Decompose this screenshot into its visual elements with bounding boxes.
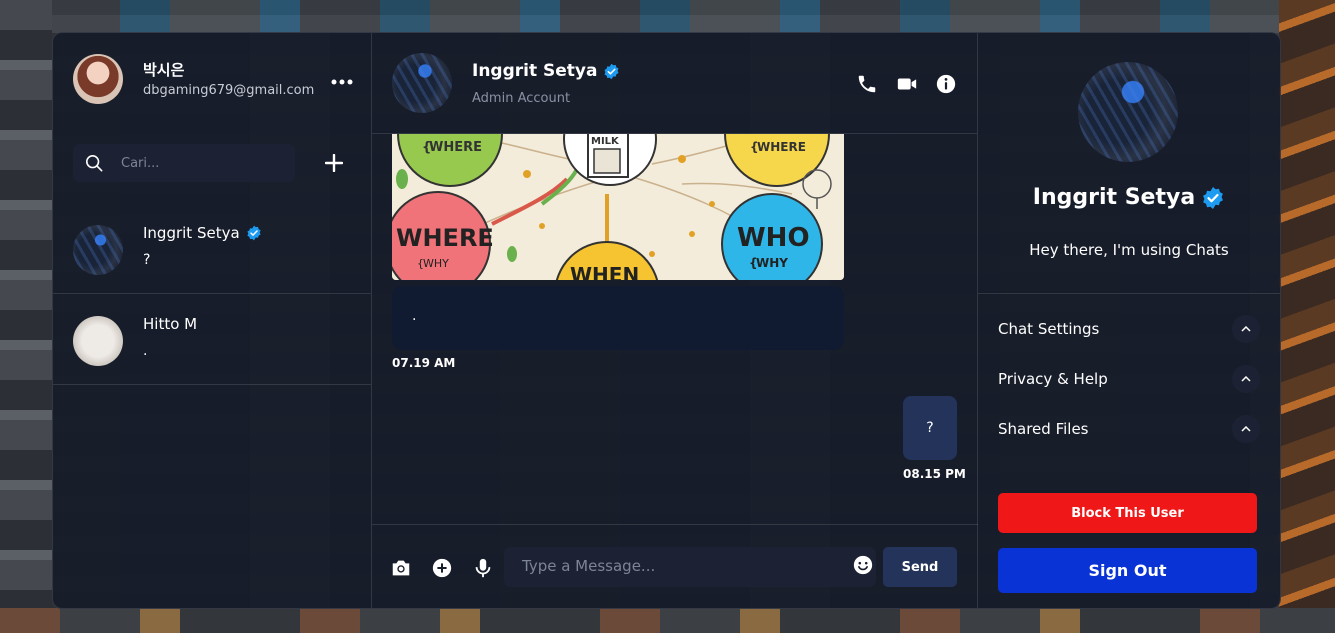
verified-badge-icon [1203, 186, 1224, 209]
image-label: WHY [423, 257, 449, 270]
image-label: MILK [591, 136, 620, 147]
shared-files-section[interactable]: Shared Files [998, 414, 1260, 444]
chat-settings-section[interactable]: Chat Settings [998, 314, 1260, 344]
contact-last-message: ? [143, 252, 151, 268]
mind-map-image: { WHERE MILK { WHERE WHERE { WHY WHO {W… [392, 134, 844, 280]
search-icon [85, 154, 103, 172]
message-composer: Send [372, 524, 978, 608]
contact-item[interactable]: Hitto M . [53, 295, 371, 385]
contact-avatar [73, 316, 123, 366]
contact-avatar [73, 225, 123, 275]
background-left-strip [0, 0, 52, 633]
contact-name-row: Hitto M [143, 315, 197, 333]
chat-partner-avatar[interactable] [392, 53, 452, 113]
chevron-up-icon[interactable] [1232, 365, 1260, 393]
chat-partner-name-row: Inggrit Setya [472, 61, 620, 81]
attach-plus-icon[interactable] [431, 557, 453, 579]
verified-badge-icon [247, 225, 261, 241]
message-timestamp: 08.15 PM [903, 467, 966, 481]
section-label: Chat Settings [998, 320, 1100, 338]
chat-partner-subtitle: Admin Account [472, 91, 571, 106]
background-right-strip [1279, 0, 1335, 633]
section-label: Privacy & Help [998, 370, 1108, 388]
image-label: WHEN [570, 263, 639, 280]
microphone-icon[interactable] [472, 557, 494, 579]
sign-out-button[interactable]: Sign Out [998, 548, 1257, 593]
chevron-up-icon[interactable] [1232, 315, 1260, 343]
chat-panel: Inggrit Setya Admin Account {WHERE MILK… [372, 33, 978, 608]
background-bottom [0, 608, 1335, 633]
contact-name: Hitto M [143, 315, 198, 333]
contact-item[interactable]: Inggrit Setya ? [53, 204, 371, 294]
contact-name-row: Inggrit Setya [143, 224, 262, 242]
plus-icon [325, 154, 343, 172]
profile-panel: Inggrit Setya Hey there, I'm using Chats… [978, 33, 1280, 608]
image-label: WHERE [396, 224, 494, 252]
image-label: WHY [756, 256, 788, 270]
message-list: { WHERE MILK { WHERE WHERE { WHY WHO {W… [372, 134, 978, 524]
emoji-icon[interactable] [852, 554, 874, 576]
search-input[interactable] [121, 155, 271, 171]
sidebar: 박시은 dbgaming679@gmail.com Inggrit Setya [53, 33, 372, 608]
contact-last-message: . [143, 343, 148, 359]
verified-badge-icon [604, 63, 619, 79]
outgoing-message-bubble[interactable]: ? [903, 396, 957, 460]
message-timestamp: 07.19 AM [392, 356, 456, 370]
current-user-avatar[interactable] [73, 54, 123, 104]
section-label: Shared Files [998, 420, 1089, 438]
chat-partner-name: Inggrit Setya [472, 61, 598, 81]
current-user-info: 박시은 dbgaming679@gmail.com [143, 60, 314, 98]
image-label: WHERE [429, 140, 482, 155]
current-user-name: 박시은 [143, 61, 185, 79]
image-message[interactable]: { WHERE MILK { WHERE WHERE { WHY WHO {W… [392, 134, 844, 280]
image-label: WHERE [757, 140, 806, 154]
current-user: 박시은 dbgaming679@gmail.com [73, 54, 314, 104]
chat-header: Inggrit Setya Admin Account [372, 33, 977, 134]
chat-app-window: 박시은 dbgaming679@gmail.com Inggrit Setya [52, 32, 1281, 609]
image-label: WHO [737, 223, 810, 253]
current-user-email: dbgaming679@gmail.com [143, 83, 315, 98]
camera-icon[interactable] [390, 557, 412, 579]
profile-status: Hey there, I'm using Chats [1029, 241, 1229, 259]
new-chat-button[interactable] [315, 144, 353, 182]
block-user-button[interactable]: Block This User [998, 493, 1257, 533]
send-button[interactable]: Send [883, 547, 957, 587]
video-call-icon[interactable] [896, 73, 918, 95]
profile-summary: Inggrit Setya Hey there, I'm using Chats [978, 33, 1280, 294]
chevron-up-icon[interactable] [1232, 415, 1260, 443]
incoming-message-bubble[interactable]: . [392, 286, 844, 350]
search-box [73, 144, 295, 182]
phone-icon[interactable] [856, 73, 878, 95]
contact-name: Inggrit Setya [143, 224, 240, 242]
privacy-help-section[interactable]: Privacy & Help [998, 364, 1260, 394]
profile-avatar[interactable] [1078, 62, 1178, 162]
info-icon[interactable] [935, 73, 957, 95]
more-options-icon[interactable] [331, 69, 353, 90]
profile-name: Inggrit Setya [1032, 185, 1196, 210]
profile-name-row: Inggrit Setya [978, 185, 1280, 210]
message-input-box [504, 547, 876, 587]
message-input[interactable] [522, 557, 822, 575]
